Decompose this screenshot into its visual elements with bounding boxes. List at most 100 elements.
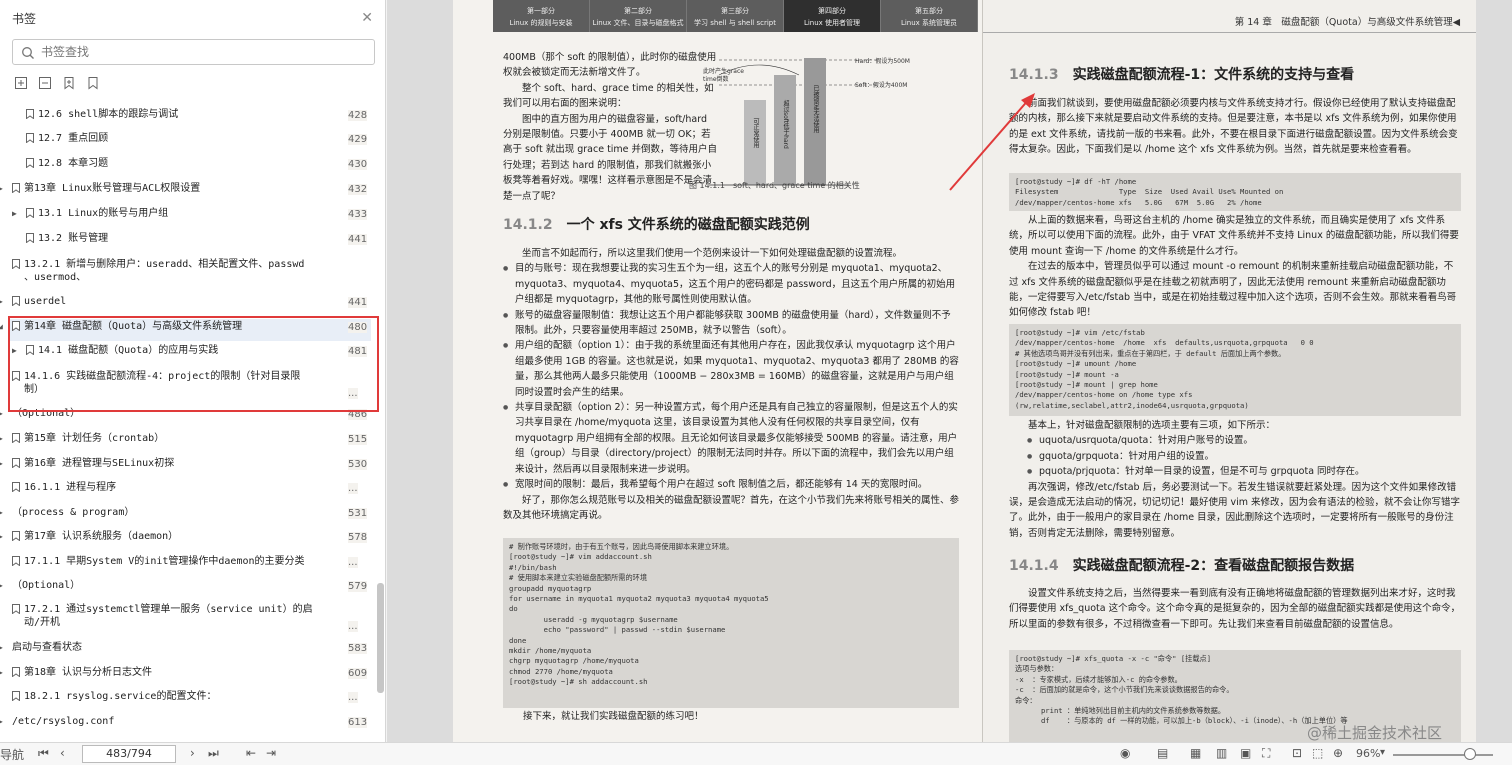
bookmark-page-number: 583 [348,643,368,654]
add-bookmark-icon[interactable] [62,75,76,90]
bookmark-toolbar [0,65,385,95]
bookmark-page-number: 531 [348,508,368,519]
search-icon [21,45,35,59]
paragraph: 设置文件系统支持之后，当然得要来一看到底有没有正确地将磁盘配额的管理数据列出来才… [1009,588,1461,630]
fullscreen-icon[interactable]: ⛶ [1262,746,1270,761]
zoom-icon[interactable]: ⊕ [1333,746,1343,760]
part-tab-number: 第一部分 [527,7,555,15]
part-tab-title: 学习 shell 与 shell script [694,19,776,27]
bookmark-icon [12,556,20,567]
part-tab-number: 第三部分 [721,7,749,15]
expand-arrow-icon[interactable]: ▶ [0,459,8,468]
expand-all-icon[interactable] [14,75,28,89]
part-tab: 第二部分 Linux 文件、目录与磁盘格式 [590,0,687,32]
expand-arrow-icon[interactable]: ▶ [0,643,8,652]
bookmark-page-number: 609 [348,668,368,679]
part-tabs: 第一部分 Linux 的规则与安装 第二部分 Linux 文件、目录与磁盘格式 第三部分… [493,0,978,32]
expand-arrow-icon[interactable]: ▶ [0,717,8,726]
part-tab-title: Linux 使用者管理 [803,19,861,27]
bookmark-page-number: 441 [348,234,368,245]
collapse-arrow-icon[interactable]: ◢ [0,322,8,331]
two-page-icon[interactable]: ▥ [1216,746,1227,760]
bookmark-label: 12.8 本章习题 [38,158,109,169]
fig-grace-label: 此时产生grace time倒数 [703,68,744,83]
bookmark-label: 17.2.1 通过systemctl管理单一服务（service unit）的启… [24,604,313,628]
watermark: @稀土掘金技术社区 [1307,724,1443,742]
bookmark-page-number: 433 [348,209,368,220]
pdf-page-right: 第 14 章 磁盘配额（Quota）与高级文件系统管理◀ 14.1.3 实践磁盘配… [983,0,1476,742]
expand-arrow-icon[interactable]: ▶ [0,508,8,517]
first-page-icon[interactable]: ⏮ [38,746,49,761]
expand-arrow-icon[interactable]: ▶ [0,434,8,443]
bookmark-sidebar: 书签 ✕ 12.6 shell脚本的跟踪与调试 428 12.7 重点回顾 429 12… [0,0,386,742]
pdf-page-left: 第一部分 Linux 的规则与安装 第二部分 Linux 文件、目录与磁盘格式 第三部分… [453,0,983,742]
expand-arrow-icon[interactable]: ▶ [0,297,8,306]
expand-arrow-icon[interactable]: ▶ [12,209,22,218]
close-icon[interactable]: ✕ [361,10,373,26]
bookmark-page-number: 578 [348,532,368,543]
prev-page-icon[interactable]: ‹ [60,746,65,760]
bookmark-icon[interactable] [86,75,100,90]
back-icon[interactable]: ⇤ [246,746,256,760]
page-number-input[interactable]: 483/794 [82,745,176,763]
bookmark-icon [12,531,20,542]
zoom-slider-knob[interactable] [1464,748,1476,760]
bookmark-page-number: 441 [348,297,368,308]
zoom-dropdown-icon[interactable]: ▾ [1380,747,1385,758]
bookmark-icon [26,233,34,244]
paragraph: 前面我们就谈到，要使用磁盘配额必须要内核与文件系统支持才行。假设你已经使用了默认… [1009,98,1458,156]
expand-arrow-icon[interactable]: ▶ [0,532,8,541]
expand-arrow-icon[interactable]: ▶ [0,668,8,677]
code-block: [root@study ~]# df -hT /home Filesystem … [1009,173,1461,211]
eye-icon[interactable]: ◉ [1120,746,1130,760]
last-page-icon[interactable]: ⏭ [208,746,219,761]
expand-arrow-icon[interactable]: ▶ [0,184,8,193]
bookmark-icon [12,482,20,493]
zoom-slider-track[interactable] [1393,754,1493,756]
book-icon[interactable]: ▣ [1240,746,1251,760]
section-heading: 14.1.4 实践磁盘配额流程-2：查看磁盘配额报告数据 [1009,558,1355,574]
single-page-icon[interactable]: ▤ [1157,746,1168,760]
paragraph: 接下来，就让我们实践磁盘配额的练习吧！ [523,711,704,722]
bookmark-label: （process & program） [12,507,135,518]
bookmark-label: 第16章 进程管理与SELinux初探 [24,458,175,469]
zoom-level[interactable]: 96% [1356,747,1380,760]
part-tab-title: Linux 系统管理员 [900,19,958,27]
collapse-all-icon[interactable] [38,75,52,89]
sidebar-scrollbar[interactable] [377,583,384,693]
bookmark-search-input[interactable] [41,45,341,59]
bookmark-icon [12,667,20,678]
bookmark-page-number: 515 [348,434,368,445]
bookmark-label: 12.6 shell脚本的跟踪与调试 [38,109,179,120]
status-bar: 导航 ⏮ ‹ 483/794 › ⏭ ⇤ ⇥ ◉ ▤ ▦ ▥ ▣ ⛶ ⊡ ⬚ ⊕… [0,742,1512,765]
part-tab: 第一部分 Linux 的规则与安装 [493,0,590,32]
expand-arrow-icon[interactable]: ▶ [0,409,8,418]
code-block: [root@study ~]# vim /etc/fstab /dev/mapp… [1009,324,1461,416]
bookmark-label: 18.2.1 rsyslog.service的配置文件： [24,691,217,702]
bookmark-page-number: 429 [348,134,368,145]
bookmark-page-number: ... [348,692,358,703]
bookmark-page-number: 530 [348,459,368,470]
expand-arrow-icon[interactable]: ▶ [0,581,8,590]
part-tab: 第三部分学习 shell 与 shell script [687,0,784,32]
bookmark-label: 第18章 认识与分析日志文件 [24,667,153,678]
next-page-icon[interactable]: › [190,746,195,760]
red-annotation-arrow [949,93,1035,191]
bookmark-page-number: ... [348,483,358,494]
bookmark-icon [12,604,20,615]
forward-icon[interactable]: ⇥ [266,746,276,760]
bookmark-label: 第15章 计划任务（crontab） [24,433,165,444]
bookmark-label: 第13章 Linux账号管理与ACL权限设置 [24,183,201,194]
bookmark-page-number: ... [348,557,358,568]
figure-caption: 图 14.1.1 soft、hard、grace time 的相关性 [689,181,860,190]
continuous-icon[interactable]: ▦ [1190,746,1201,760]
fit-page-icon[interactable]: ⊡ [1292,746,1302,760]
part-tab-number: 第二部分 [624,7,652,15]
bookmark-icon [12,458,20,469]
fit-width-icon[interactable]: ⬚ [1312,746,1323,760]
part-tab-title: Linux 文件、目录与磁盘格式 [592,19,684,27]
section-heading: 14.1.2 一个 xfs 文件系统的磁盘配额实践范例 [503,217,810,233]
bookmark-search[interactable] [12,39,375,65]
bookmark-icon [12,691,20,702]
code-block: # 制作账号环境时，由于有五个账号，因此鸟哥使用脚本来建立环境。 [root@s… [503,538,959,708]
